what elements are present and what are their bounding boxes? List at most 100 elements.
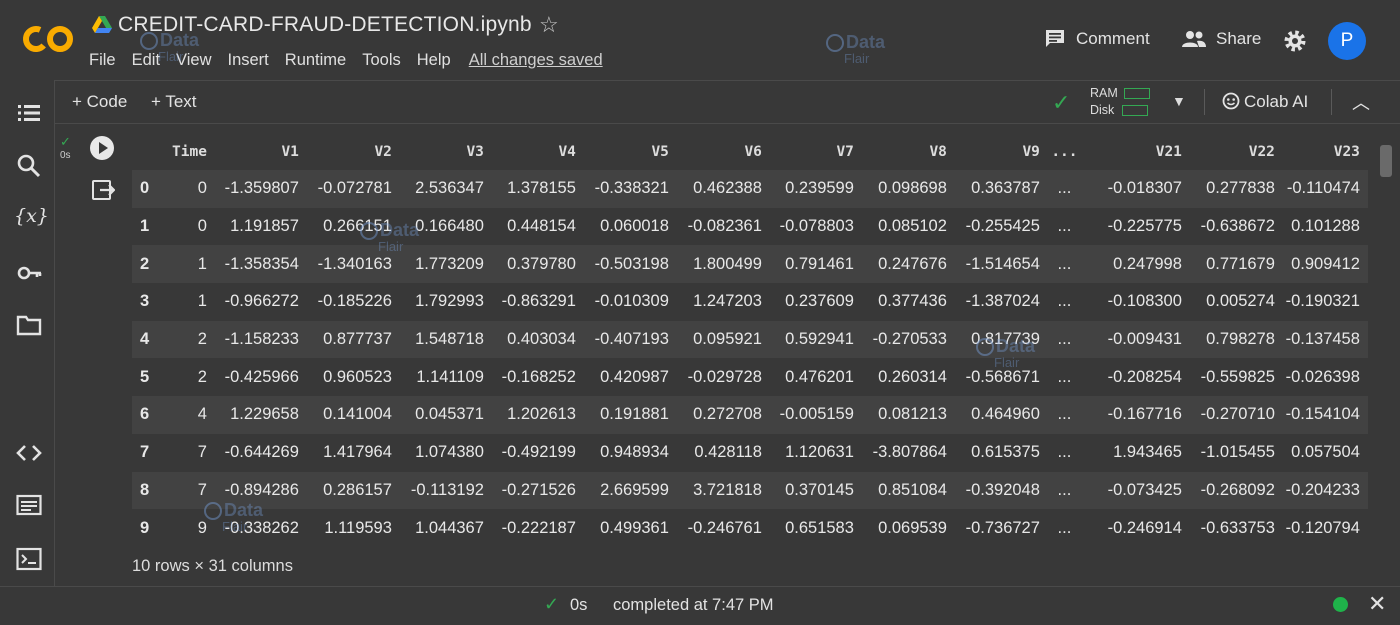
menu-runtime[interactable]: Runtime [285, 51, 346, 70]
column-header: Time [172, 144, 207, 160]
chevron-down-icon[interactable]: ▼ [1172, 93, 1186, 109]
table-cell: 0.247676 [853, 245, 947, 284]
table-cell: 0.277838 [1181, 170, 1275, 208]
table-cell: -0.392048 [946, 471, 1040, 510]
colab-ai-label: Colab AI [1244, 92, 1309, 111]
comment-button[interactable]: Comment [1044, 29, 1150, 49]
people-icon [1182, 31, 1206, 47]
table-cell: 0.272708 [668, 396, 762, 434]
table-cell: 1.202613 [483, 396, 576, 434]
ellipsis-cell: ... [1039, 471, 1089, 510]
table-cell: 1.417964 [298, 433, 392, 472]
table-cell: 0.592941 [761, 320, 854, 359]
terminal-icon[interactable] [16, 546, 42, 572]
toolbar-divider [1204, 89, 1205, 115]
table-cell: 1.247203 [668, 283, 762, 321]
table-cell: 0.085102 [853, 207, 947, 246]
table-row: 5 2 -0.425966 0.960523 1.141109 -0.168252 0.42… [132, 358, 1368, 397]
table-of-contents-icon[interactable] [16, 100, 42, 126]
menu-insert[interactable]: Insert [228, 51, 269, 70]
menu-tools[interactable]: Tools [362, 51, 401, 70]
watermark-icon [826, 34, 844, 52]
command-palette-icon[interactable] [16, 492, 42, 518]
table-cell: 1.191857 [206, 207, 299, 246]
table-cell: 0.098698 [853, 170, 947, 208]
table-cell: -0.246761 [668, 509, 762, 547]
table-cell: 0.851084 [853, 471, 947, 510]
resource-monitor[interactable]: RAM Disk [1090, 85, 1150, 119]
table-cell: -0.137458 [1274, 320, 1368, 359]
table-cell: 0.464960 [946, 396, 1040, 434]
column-header: V23 [1333, 144, 1360, 160]
table-cell: -0.644269 [206, 433, 299, 472]
ellipsis-cell: ... [1039, 509, 1089, 547]
ellipsis-cell: ... [1039, 433, 1089, 472]
table-cell: 0.370145 [761, 471, 854, 510]
table-cell: 1 [172, 283, 207, 321]
table-cell: -0.154104 [1274, 396, 1368, 434]
table-cell: -0.863291 [483, 283, 576, 321]
table-cell: 0.615375 [946, 433, 1040, 472]
status-completed-text[interactable]: completed at 7:47 PM [613, 596, 774, 615]
table-cell: -0.633753 [1181, 509, 1275, 547]
watermark-icon [140, 32, 158, 50]
ellipsis-cell: ... [1039, 207, 1089, 246]
table-cell: 3.721818 [668, 471, 762, 510]
table-cell: -0.073425 [1088, 471, 1182, 510]
table-cell: 2.669599 [575, 471, 669, 510]
add-code-button[interactable]: + Code [72, 92, 127, 112]
table-cell: 1.943465 [1088, 433, 1182, 472]
table-cell: -0.268092 [1181, 471, 1275, 510]
table-cell: -0.966272 [206, 283, 299, 321]
run-cell-button[interactable] [90, 136, 114, 160]
table-cell: 2.536347 [391, 170, 484, 208]
user-avatar[interactable]: P [1328, 22, 1366, 60]
column-header [132, 134, 172, 170]
output-actions-icon[interactable] [91, 178, 115, 202]
table-cell: -0.168252 [483, 358, 576, 397]
watermark-logo: Data Flair [360, 221, 419, 254]
table-cell: -0.167716 [1088, 396, 1182, 434]
dataframe-table: Time V1 V2 V3 V4 V5 V6 V7 V8 V9 ... V21 … [132, 134, 1368, 547]
star-icon[interactable]: ☆ [539, 12, 559, 38]
files-folder-icon[interactable] [16, 312, 42, 338]
secrets-key-icon[interactable] [16, 260, 42, 286]
table-header-row: Time V1 V2 V3 V4 V5 V6 V7 V8 V9 ... V21 … [132, 134, 1368, 170]
row-index: 8 [132, 471, 172, 510]
disk-meter [1122, 105, 1149, 117]
table-row: 1 0 1.191857 0.266151 0.166480 0.448154 0.0600… [132, 207, 1368, 246]
table-cell: -1.387024 [946, 283, 1040, 321]
table-cell: -0.208254 [1088, 358, 1182, 397]
table-cell: 0.260314 [853, 358, 947, 397]
menu-file[interactable]: File [89, 51, 116, 70]
table-cell: 1.548718 [391, 320, 484, 359]
toolbar-divider [1331, 89, 1332, 115]
code-snippets-icon[interactable] [16, 440, 42, 466]
left-sidebar: {x} [0, 80, 55, 586]
table-cell: 0.377436 [853, 283, 947, 321]
header: CREDIT-CARD-FRAUD-DETECTION.ipynb ☆ File… [0, 0, 1400, 80]
table-cell: 1 [172, 245, 207, 284]
row-index: 4 [132, 320, 172, 359]
add-text-button[interactable]: + Text [151, 92, 197, 112]
chevron-up-icon[interactable]: ︿ [1352, 89, 1370, 115]
table-cell: 0 [172, 207, 207, 246]
search-icon[interactable] [16, 153, 42, 179]
share-button[interactable]: Share [1182, 29, 1261, 49]
table-cell: 0.420987 [575, 358, 669, 397]
table-cell: 0.081213 [853, 396, 947, 434]
table-cell: 0.798278 [1181, 320, 1275, 359]
table-cell: 1.120631 [761, 433, 854, 472]
save-status-link[interactable]: All changes saved [469, 51, 603, 70]
connected-check-icon: ✓ [1052, 90, 1071, 115]
variables-icon[interactable]: {x} [14, 205, 49, 231]
colab-logo[interactable] [22, 24, 74, 54]
disk-label: Disk [1090, 103, 1115, 117]
settings-gear-icon[interactable] [1283, 29, 1307, 53]
menu-help[interactable]: Help [417, 51, 451, 70]
close-icon[interactable]: ✕ [1368, 591, 1386, 617]
table-cell: 0.909412 [1274, 245, 1368, 284]
vertical-scrollbar[interactable] [1380, 145, 1392, 177]
colab-ai-button[interactable]: Colab AI [1222, 92, 1308, 112]
table-cell: 0.651583 [761, 509, 854, 547]
